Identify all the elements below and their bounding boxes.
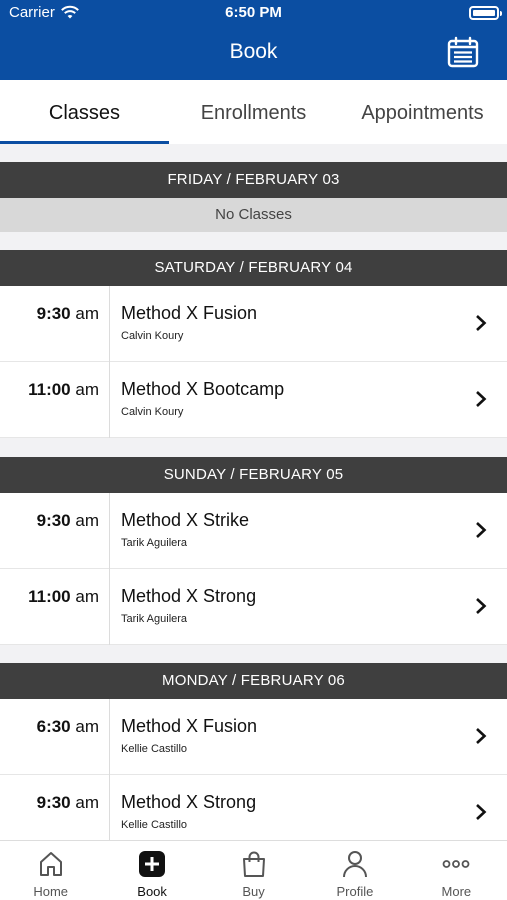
row-divider [109, 699, 110, 775]
class-name: Method X Fusion [121, 303, 258, 323]
instructor-name: Calvin Koury [121, 406, 184, 418]
chevron-right-icon [476, 728, 487, 744]
class-name: Method X Strike [121, 510, 250, 530]
class-time: 6:30 am [36, 717, 99, 736]
tabbar-more[interactable]: More [406, 841, 507, 900]
class-row[interactable]: 9:30 am Method X Fusion Calvin Koury [0, 286, 507, 362]
calendar-icon[interactable] [447, 36, 479, 68]
class-time: 11:00 am [28, 587, 99, 606]
instructor-name: Kellie Castillo [121, 819, 188, 831]
class-time: 9:30 am [36, 793, 99, 812]
instructor-name: Tarik Aguilera [121, 613, 188, 625]
instructor-name: Tarik Aguilera [121, 537, 188, 549]
tabbar-label: Profile [336, 884, 374, 899]
tabbar-label: More [441, 884, 472, 899]
nav-bar: Book [0, 26, 507, 80]
tab-enrollments[interactable]: Enrollments [169, 80, 338, 144]
home-icon [39, 852, 62, 876]
chevron-right-icon [476, 391, 487, 407]
more-dots-icon [442, 860, 470, 868]
book-plus-icon [139, 851, 166, 877]
no-classes-message: No Classes [0, 198, 507, 232]
class-name: Method X Strong [121, 586, 257, 606]
class-row[interactable]: 9:30 am Method X Strong Kellie Castillo [0, 775, 507, 840]
instructor-name: Calvin Koury [121, 330, 184, 342]
class-row[interactable]: 6:30 am Method X Fusion Kellie Castillo [0, 699, 507, 775]
chevron-right-icon [476, 315, 487, 331]
tabbar-label: Home [33, 884, 69, 899]
status-bar: Carrier 6:50 PM [0, 0, 507, 26]
bottom-tab-bar: Home Book Buy Profile More [0, 840, 507, 900]
class-time: 11:00 am [28, 380, 99, 399]
battery-icon [469, 6, 502, 20]
day-header: SATURDAY / FEBRUARY 04 [0, 250, 507, 286]
chevron-right-icon [476, 598, 487, 614]
tabbar-book[interactable]: Book [101, 841, 202, 900]
row-divider [109, 569, 110, 645]
class-name: Method X Strong [121, 792, 257, 812]
day-header: FRIDAY / FEBRUARY 03 [0, 162, 507, 198]
booking-tabs: Classes Enrollments Appointments [0, 80, 507, 144]
class-name: Method X Bootcamp [121, 379, 285, 399]
class-row[interactable]: 9:30 am Method X Strike Tarik Aguilera [0, 493, 507, 569]
class-time: 9:30 am [36, 511, 99, 530]
row-divider [109, 775, 110, 840]
class-row[interactable]: 11:00 am Method X Bootcamp Calvin Koury [0, 362, 507, 438]
tab-appointments[interactable]: Appointments [338, 80, 507, 144]
status-time: 6:50 PM [225, 4, 282, 21]
day-header: MONDAY / FEBRUARY 06 [0, 663, 507, 699]
row-divider [109, 362, 110, 438]
chevron-right-icon [476, 804, 487, 820]
class-name: Method X Fusion [121, 716, 258, 736]
page-title: Book [229, 40, 278, 63]
tabbar-buy[interactable]: Buy [203, 841, 304, 900]
class-row[interactable]: 11:00 am Method X Strong Tarik Aguilera [0, 569, 507, 645]
instructor-name: Kellie Castillo [121, 743, 188, 755]
row-divider [109, 286, 110, 362]
chevron-right-icon [476, 522, 487, 538]
tab-classes[interactable]: Classes [0, 80, 169, 144]
class-schedule[interactable]: FRIDAY / FEBRUARY 03 No Classes SATURDAY… [0, 144, 507, 840]
tabbar-label: Buy [242, 884, 265, 899]
profile-icon [342, 851, 367, 878]
class-time: 9:30 am [36, 304, 99, 323]
row-divider [109, 493, 110, 569]
tabbar-profile[interactable]: Profile [304, 841, 405, 900]
day-header: SUNDAY / FEBRUARY 05 [0, 457, 507, 493]
tabbar-home[interactable]: Home [0, 841, 101, 900]
tabbar-label: Book [137, 884, 167, 899]
shopping-bag-icon [242, 851, 265, 877]
